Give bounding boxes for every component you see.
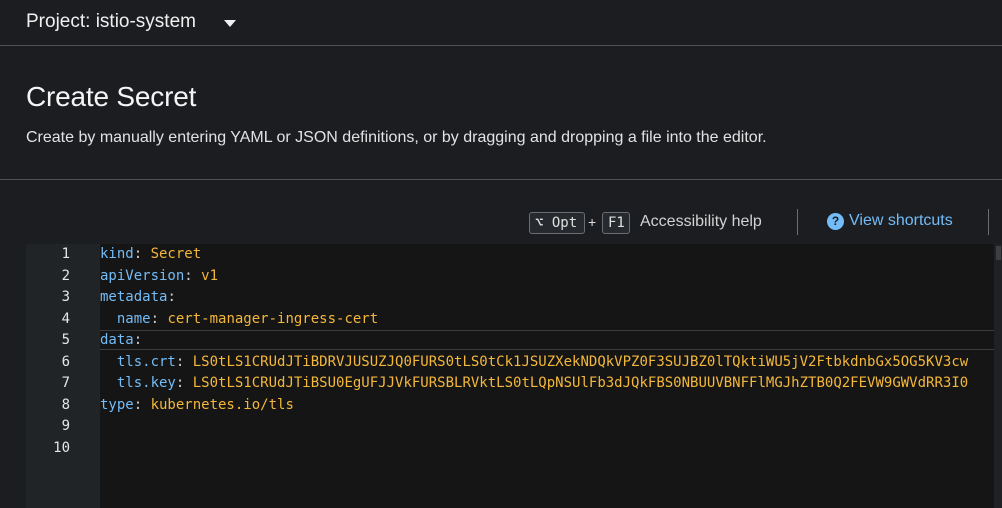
current-line-highlight	[100, 330, 995, 350]
toolbar-divider	[797, 209, 798, 235]
yaml-editor[interactable]: 1 2 3 4 5 6 7 8 9 10 kind: Secret apiVersion: v1 met…	[26, 244, 1002, 508]
view-shortcuts-button[interactable]: ? View shortcuts	[827, 212, 953, 230]
yaml-separator: :	[150, 310, 168, 327]
line-number: 5	[61, 332, 70, 348]
editor-scrollbar[interactable]	[994, 244, 1002, 508]
line-number: 7	[61, 375, 70, 391]
question-circle-icon: ?	[827, 212, 844, 230]
yaml-value: v1	[201, 267, 219, 284]
code-line[interactable]: tls.crt: LS0tLS1CRUdJTiBDRVJUSUZJQ0FURS0…	[100, 352, 968, 374]
line-number: 3	[61, 289, 70, 305]
toolbar-divider	[988, 209, 989, 235]
line-number: 1	[61, 246, 70, 262]
yaml-value: LS0tLS1CRUdJTiBDRVJUSUZJQ0FURS0tLS0tCk1J…	[192, 353, 969, 370]
code-line[interactable]: metadata:	[100, 287, 176, 309]
project-selector[interactable]: Project: istio-system	[26, 9, 236, 35]
view-shortcuts-label: View shortcuts	[849, 212, 953, 229]
yaml-separator: :	[167, 289, 176, 305]
caret-down-icon	[223, 19, 236, 27]
line-number: 9	[61, 418, 70, 434]
page-title: Create Secret	[26, 81, 197, 112]
yaml-value: cert-manager-ingress-cert	[167, 310, 379, 327]
yaml-value: kubernetes.io/tls	[150, 396, 294, 413]
code-line[interactable]: data:	[100, 330, 142, 352]
code-line[interactable]: kind: Secret	[100, 244, 201, 266]
f1-key: F1	[602, 212, 630, 234]
yaml-key: data	[100, 332, 134, 348]
yaml-separator: :	[184, 267, 202, 284]
opt-key: ⌥ Opt	[529, 212, 585, 234]
yaml-key: apiVersion	[100, 267, 185, 284]
editor-toolbar: ⌥ Opt + F1 Accessibility help ? View sho…	[0, 206, 1002, 240]
yaml-key: tls.key	[116, 375, 176, 391]
yaml-key: type	[100, 396, 134, 413]
scrollbar-thumb[interactable]	[996, 246, 1001, 260]
page-header: Create Secret Create by manually enterin…	[0, 47, 1002, 180]
code-line[interactable]: tls.key: LS0tLS1CRUdJTiBSU0EgUFJJVkFURSB…	[100, 373, 968, 395]
yaml-separator: :	[175, 353, 193, 370]
yaml-key: metadata	[100, 289, 168, 305]
code-line[interactable]: type: kubernetes.io/tls	[100, 395, 294, 417]
plus-sign: +	[588, 214, 597, 230]
accessibility-help-text: Accessibility help	[640, 213, 762, 230]
line-number: 8	[61, 396, 70, 413]
yaml-separator: :	[133, 396, 151, 413]
page-description: Create by manually entering YAML or JSON…	[26, 129, 767, 146]
yaml-value: Secret	[150, 246, 202, 262]
yaml-key: name	[116, 310, 151, 327]
yaml-separator: :	[133, 246, 151, 262]
yaml-key: kind	[100, 246, 134, 262]
code-line[interactable]: apiVersion: v1	[100, 266, 218, 288]
line-number: 2	[61, 267, 70, 284]
yaml-key: tls.crt	[116, 353, 176, 370]
yaml-separator: :	[133, 332, 143, 348]
code-line[interactable]: name: cert-manager-ingress-cert	[100, 309, 378, 331]
project-bar: Project: istio-system	[0, 0, 1002, 46]
project-label: Project: istio-system	[26, 11, 196, 32]
line-number: 4	[61, 310, 70, 327]
yaml-value: LS0tLS1CRUdJTiBSU0EgUFJJVkFURSBLRVktLS0t…	[192, 375, 969, 391]
line-number: 6	[61, 353, 70, 370]
yaml-separator: :	[175, 375, 193, 391]
line-number: 10	[53, 439, 70, 456]
